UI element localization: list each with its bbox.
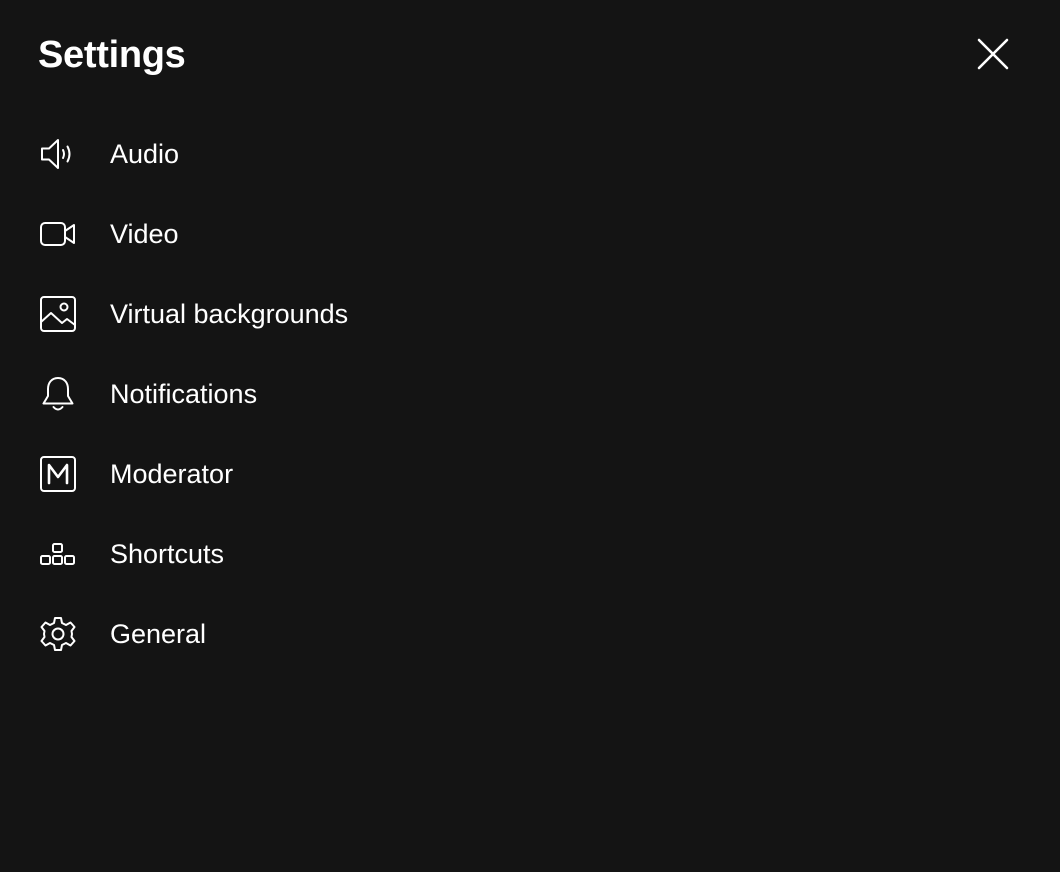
- video-camera-icon: [39, 215, 77, 253]
- menu-item-label: Notifications: [110, 379, 258, 409]
- speaker-icon: [39, 135, 77, 173]
- menu-item-general[interactable]: General: [0, 594, 1060, 674]
- gear-icon: [39, 615, 77, 653]
- menu-item-moderator[interactable]: Moderator: [0, 434, 1060, 514]
- image-icon: [39, 295, 77, 333]
- settings-panel: Settings Audio Video Virtual backgrounds…: [0, 0, 1060, 872]
- menu-item-notifications[interactable]: Notifications: [0, 354, 1060, 434]
- menu-item-label: Audio: [110, 139, 180, 169]
- shortcuts-icon: [39, 535, 77, 573]
- menu-item-label: Moderator: [110, 459, 234, 489]
- menu-item-video[interactable]: Video: [0, 194, 1060, 274]
- menu-item-label: Video: [110, 219, 179, 249]
- menu-item-label: Shortcuts: [110, 539, 225, 569]
- bell-icon: [39, 375, 77, 413]
- close-button[interactable]: [971, 32, 1015, 76]
- page-title: Settings: [38, 34, 186, 76]
- menu-item-shortcuts[interactable]: Shortcuts: [0, 514, 1060, 594]
- menu-item-audio[interactable]: Audio: [0, 114, 1060, 194]
- close-icon: [977, 38, 1009, 70]
- menu-item-label: General: [110, 619, 207, 649]
- menu-item-virtual-backgrounds[interactable]: Virtual backgrounds: [0, 274, 1060, 354]
- settings-menu: Audio Video Virtual backgrounds Notifica…: [0, 114, 1060, 674]
- menu-item-label: Virtual backgrounds: [110, 299, 349, 329]
- moderator-m-icon: [39, 455, 77, 493]
